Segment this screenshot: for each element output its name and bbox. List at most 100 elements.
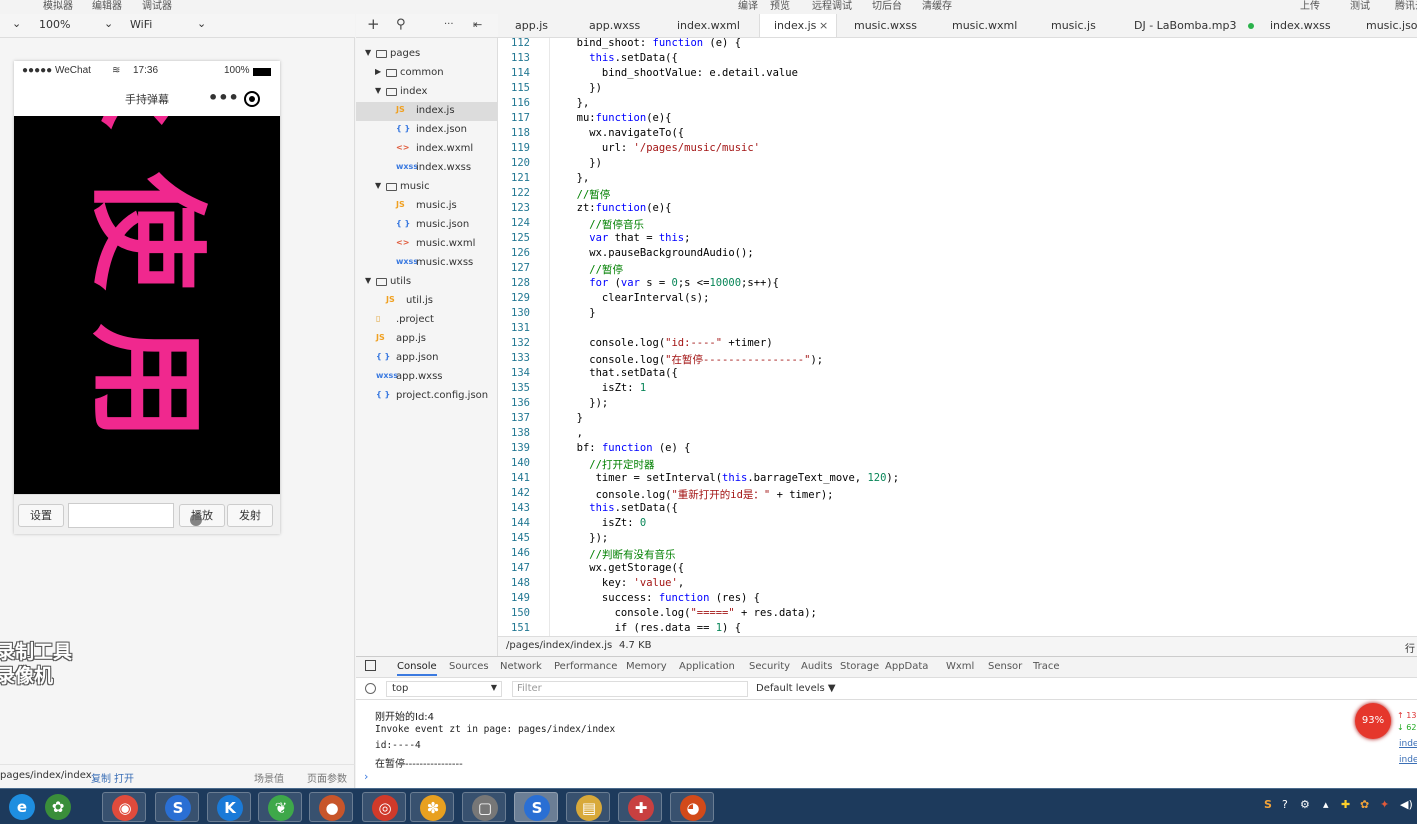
tree-file[interactable]: { } index.json [356, 121, 497, 140]
menu-test[interactable]: 测试 [1350, 0, 1370, 12]
tab-app-js[interactable]: app.js [515, 14, 548, 37]
tree-folder-pages[interactable]: ▼ pages [356, 45, 497, 64]
tree-file[interactable]: { } music.json [356, 216, 497, 235]
menu-simulator[interactable]: 模拟器 [43, 0, 73, 12]
code-editor[interactable]: 112 113 114 115 116 117 118 119 120 121 122 123 124 1… [498, 38, 1417, 636]
tab-index-wxss[interactable]: index.wxss [1270, 14, 1331, 37]
prompt-icon[interactable]: › [364, 770, 368, 783]
devtools-tab-appdata[interactable]: AppData [885, 661, 928, 672]
taskbar-paw[interactable]: ✽ [410, 792, 454, 822]
memory-badge[interactable]: 93% [1355, 703, 1391, 739]
devtools-tab-wxml[interactable]: Wxml [946, 661, 974, 672]
taskbar-app[interactable]: ● [309, 792, 353, 822]
devtools-tab-audits[interactable]: Audits [801, 661, 832, 672]
tree-file[interactable]: JS util.js [356, 292, 497, 311]
tree-file[interactable]: wxss index.wxss [356, 159, 497, 178]
context-select[interactable]: top ▼ [386, 681, 502, 697]
tray-app-icon[interactable]: ✚ [1341, 798, 1350, 811]
add-icon[interactable]: + [367, 15, 380, 33]
network-select[interactable]: WiFi [130, 18, 152, 31]
devtools-tab-trace[interactable]: Trace [1033, 661, 1060, 672]
chevron-right-icon[interactable]: ▶ [375, 67, 381, 76]
menu-background[interactable]: 切后台 [872, 0, 902, 12]
tree-folder-music[interactable]: ▼ music [356, 178, 497, 197]
tab-music-wxml[interactable]: music.wxml [952, 14, 1017, 37]
devtools-tab-application[interactable]: Application [679, 661, 735, 672]
help-icon[interactable]: ? [1282, 798, 1288, 811]
send-button[interactable]: 发射 [227, 504, 273, 527]
chevron-down-icon[interactable]: ▼ [375, 181, 381, 190]
open-link[interactable]: 打开 [114, 770, 134, 785]
tray-app-icon[interactable]: ✦ [1380, 798, 1389, 811]
tray-app-icon[interactable]: ✿ [1360, 798, 1369, 811]
menu-compile[interactable]: 编译 [738, 0, 758, 12]
levels-select[interactable]: Default levels ▼ [756, 683, 836, 694]
devtools-tab-performance[interactable]: Performance [554, 661, 617, 672]
tree-file[interactable]: wxss app.wxss [356, 368, 497, 387]
chevron-down-icon[interactable]: ▼ [365, 276, 371, 285]
page-params[interactable]: 页面参数 [307, 770, 347, 785]
chevron-down-icon[interactable]: ⌄ [12, 17, 21, 30]
menu-upload[interactable]: 上传 [1300, 0, 1320, 12]
devtools-tab-sources[interactable]: Sources [449, 661, 489, 672]
tree-folder-index[interactable]: ▼ index [356, 83, 497, 102]
copy-link[interactable]: 复制 [91, 770, 111, 785]
tab-app-wxss[interactable]: app.wxss [589, 14, 640, 37]
tab-index-wxml[interactable]: index.wxml [677, 14, 740, 37]
source-link[interactable]: inde [1399, 755, 1417, 765]
tree-folder-utils[interactable]: ▼ utils [356, 273, 497, 292]
tree-file[interactable]: JS index.js [356, 102, 497, 121]
chevron-down-icon[interactable]: ⌄ [197, 17, 206, 30]
taskbar-sogou-active[interactable]: S [514, 792, 558, 822]
play-button[interactable]: 播放 [179, 504, 225, 527]
filter-input[interactable]: Filter [512, 681, 748, 697]
tree-file[interactable]: <> music.wxml [356, 235, 497, 254]
chevron-down-icon[interactable]: ⌄ [104, 17, 113, 30]
tree-file[interactable]: JS music.js [356, 197, 497, 216]
menu-tencent-cloud[interactable]: 腾讯云 [1395, 0, 1417, 12]
collapse-icon[interactable]: ⇤ [473, 18, 482, 31]
taskbar-chrome[interactable]: ◉ [102, 792, 146, 822]
tree-folder-common[interactable]: ▶ common [356, 64, 497, 83]
tab-music-wxss[interactable]: music.wxss [854, 14, 917, 37]
devtools-tab-memory[interactable]: Memory [626, 661, 667, 672]
zoom-select[interactable]: 100% [39, 18, 70, 31]
source-link[interactable]: inde [1399, 739, 1417, 749]
devtools-tab-network[interactable]: Network [500, 661, 542, 672]
menu-clear-cache[interactable]: 清缓存 [922, 0, 952, 12]
menu-debugger[interactable]: 调试器 [142, 0, 172, 12]
show-hidden-icons[interactable]: ▴ [1323, 798, 1329, 811]
menu-preview[interactable]: 预览 [770, 0, 790, 12]
menu-remote-debug[interactable]: 远程调试 [812, 0, 852, 12]
close-icon[interactable]: × [819, 14, 828, 37]
devtools-tab-security[interactable]: Security [749, 661, 790, 672]
search-icon[interactable]: ⚲ [396, 17, 406, 32]
tree-file[interactable]: <> index.wxml [356, 140, 497, 159]
taskbar-folder[interactable]: ▤ [566, 792, 610, 822]
danmu-input[interactable] [68, 503, 174, 528]
more-icon[interactable]: ••• [208, 88, 239, 107]
tree-file[interactable]: { } project.config.json [356, 387, 497, 406]
tab-music-json[interactable]: music.json [1366, 14, 1417, 37]
taskbar-sogou[interactable]: S [155, 792, 199, 822]
menu-editor[interactable]: 编辑器 [92, 0, 122, 12]
taskbar-leaf[interactable]: ❦ [258, 792, 302, 822]
tab-index-js[interactable]: index.js × [759, 14, 837, 37]
taskbar-kugou[interactable]: K [207, 792, 251, 822]
tab-mp3[interactable]: DJ - LaBomba.mp3 [1134, 14, 1254, 37]
devtools-tab-console[interactable]: Console [397, 661, 437, 676]
taskbar-pin[interactable]: ✚ [618, 792, 662, 822]
devtools-tab-sensor[interactable]: Sensor [988, 661, 1022, 672]
taskbar-window[interactable]: ▢ [462, 792, 506, 822]
scene-value[interactable]: 场景值 [254, 770, 284, 785]
devtools-tab-storage[interactable]: Storage [840, 661, 879, 672]
clear-console-icon[interactable] [365, 683, 376, 694]
taskbar-snail[interactable]: ◎ [362, 792, 406, 822]
volume-icon[interactable]: ◀) [1400, 798, 1413, 811]
close-capsule-icon[interactable] [244, 91, 260, 107]
input-method-icon[interactable]: S [1264, 798, 1272, 811]
tree-file[interactable]: JS app.js [356, 330, 497, 349]
more-icon[interactable]: ··· [444, 19, 454, 30]
settings-icon[interactable]: ⚙ [1300, 798, 1310, 811]
chevron-down-icon[interactable]: ▼ [375, 86, 381, 95]
